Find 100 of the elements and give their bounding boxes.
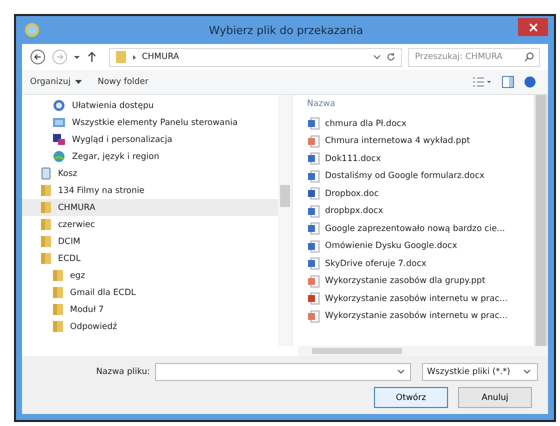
folder-icon (40, 184, 52, 197)
scrollbar[interactable] (534, 95, 548, 346)
document-icon (307, 310, 320, 323)
tree-item-label: Kosz (58, 168, 78, 178)
folder-icon (52, 269, 64, 282)
cancel-button[interactable]: Anuluj (458, 387, 532, 408)
tree-item[interactable]: Kosz (22, 165, 278, 182)
tree-item[interactable]: egz (22, 267, 278, 284)
file-name-label: Nazwa pliku: (95, 367, 150, 377)
tree-item-label: CHMURA (58, 202, 96, 212)
tree-item[interactable]: Moduł 7 (22, 301, 278, 318)
tree-item-label: ECDL (58, 254, 81, 264)
document-icon (307, 170, 320, 183)
tree-item-label: czerwiec (58, 220, 96, 230)
tree-item[interactable]: DCIM (22, 233, 278, 250)
file-item[interactable]: chmura dla Pł.docx (307, 115, 534, 132)
file-item[interactable]: Chmura internetowa 4 wykład.ppt (307, 132, 534, 150)
file-item[interactable]: Wykorzystanie zasobów internetu w prac... (307, 308, 534, 325)
file-item[interactable]: Dok111.docx (307, 150, 534, 168)
recycle-bin-icon (40, 167, 52, 180)
document-icon (307, 117, 320, 130)
document-icon (307, 222, 320, 236)
chevron-icon[interactable] (373, 53, 382, 61)
file-item[interactable]: Dropbox.doc (307, 185, 534, 202)
tree-item[interactable]: Wszystkie elementy Panelu sterowania (22, 114, 278, 131)
file-name: SkyDrive oferuje 7.docx (325, 258, 426, 269)
tree-item-label: Wszystkie elementy Panelu sterowania (72, 118, 238, 128)
file-item[interactable]: Dostaliśmy od Google formularz.docx (307, 168, 534, 185)
open-button[interactable]: Otwórz (374, 387, 448, 408)
dropdown-icon[interactable] (73, 53, 82, 61)
tree-item-label: Zegar, język i region (72, 152, 160, 162)
file-name-field[interactable] (155, 363, 411, 381)
folder-icon (52, 303, 64, 316)
folder-icon (40, 218, 52, 231)
folder-icon (52, 320, 64, 333)
tree-item-label: 134 Filmy na stronie (58, 186, 144, 196)
chevron-right-icon (132, 54, 137, 60)
organize-menu[interactable]: Organizuj (30, 77, 88, 87)
close-icon (528, 22, 538, 32)
tree-item-label: Odpowiedź (70, 322, 118, 332)
refresh-icon[interactable] (386, 52, 396, 62)
horizontal-scrollbar[interactable] (298, 346, 548, 356)
file-name: Google zaprezentowało nową bardzo cie... (325, 224, 505, 234)
tree-item[interactable]: Zegar, język i region (22, 148, 278, 165)
preview-pane-icon[interactable] (502, 76, 514, 88)
file-item[interactable]: Wykorzystanie zasobów dla grupy.ppt (307, 272, 534, 290)
folder-icon (40, 235, 52, 248)
column-header[interactable]: Nazwa (307, 95, 534, 113)
scrollbar[interactable] (278, 95, 292, 346)
window-title: Wybierz plik do przekazania (208, 24, 364, 36)
address-bar[interactable]: CHMURA (108, 48, 402, 66)
document-icon (307, 274, 320, 288)
file-name: Dok111.docx (325, 154, 381, 164)
file-item[interactable]: Wykorzystanie zasobów internetu w prac... (307, 290, 534, 308)
document-icon (307, 240, 320, 253)
up-arrow-icon[interactable] (87, 51, 97, 63)
close-button[interactable] (518, 18, 548, 36)
back-icon[interactable] (30, 49, 46, 65)
folder-icon (40, 252, 52, 265)
file-name: Dostaliśmy od Google formularz.docx (325, 171, 485, 182)
search-field[interactable]: Przeszukaj: CHMURA (408, 48, 540, 66)
document-icon (307, 152, 320, 166)
caret-icon (74, 80, 82, 84)
tree-item-label: Ułatwienia dostępu (72, 100, 154, 110)
tree-item[interactable]: 134 Filmy na stronie (22, 182, 278, 199)
document-icon (307, 134, 320, 148)
file-name: Omówienie Dysku Google.docx (325, 241, 458, 252)
tree-item[interactable]: czerwiec (22, 216, 278, 233)
chevron-down-icon (523, 369, 531, 375)
file-name: Wykorzystanie zasobów internetu w prac... (325, 311, 508, 322)
document-icon (307, 187, 320, 200)
file-name: chmura dla Pł.docx (325, 118, 406, 129)
tree-item-label: egz (70, 270, 86, 280)
path-segment[interactable]: CHMURA (142, 52, 180, 62)
file-name: Wykorzystanie zasobów dla grupy.ppt (325, 276, 486, 286)
globe-icon (24, 22, 40, 38)
file-item[interactable]: Omówienie Dysku Google.docx (307, 238, 534, 255)
tree-item-label: Moduł 7 (70, 304, 104, 314)
document-icon (307, 204, 320, 218)
file-item[interactable]: SkyDrive oferuje 7.docx (307, 255, 534, 272)
file-item[interactable]: dropbpx.docx (307, 202, 534, 220)
view-options-icon[interactable] (472, 77, 492, 87)
folder-icon (40, 201, 52, 214)
file-name: Chmura internetowa 4 wykład.ppt (325, 136, 470, 146)
search-icon (524, 52, 534, 62)
tree-item[interactable]: Ułatwienia dostępu (22, 97, 278, 114)
file-name: Wykorzystanie zasobów internetu w prac... (325, 294, 508, 304)
chevron-down-icon[interactable] (397, 369, 405, 375)
tree-item[interactable]: Odpowiedź (22, 318, 278, 335)
file-item[interactable]: Google zaprezentowało nową bardzo cie... (307, 220, 534, 238)
file-name: dropbpx.docx (325, 206, 384, 216)
file-type-dropdown[interactable]: Wszystkie pliki (*.*) (422, 363, 538, 381)
tree-item-label: Gmail dla ECDL (70, 288, 136, 298)
tree-item[interactable]: Wygląd i personalizacja (22, 131, 278, 148)
tree-item-label: DCIM (58, 236, 80, 246)
tree-item[interactable]: ECDL (22, 250, 278, 267)
tree-item[interactable]: CHMURA (22, 199, 278, 216)
new-folder-button[interactable]: Nowy folder (98, 77, 155, 87)
tree-item[interactable]: Gmail dla ECDL (22, 284, 278, 301)
folder-icon (114, 50, 127, 64)
